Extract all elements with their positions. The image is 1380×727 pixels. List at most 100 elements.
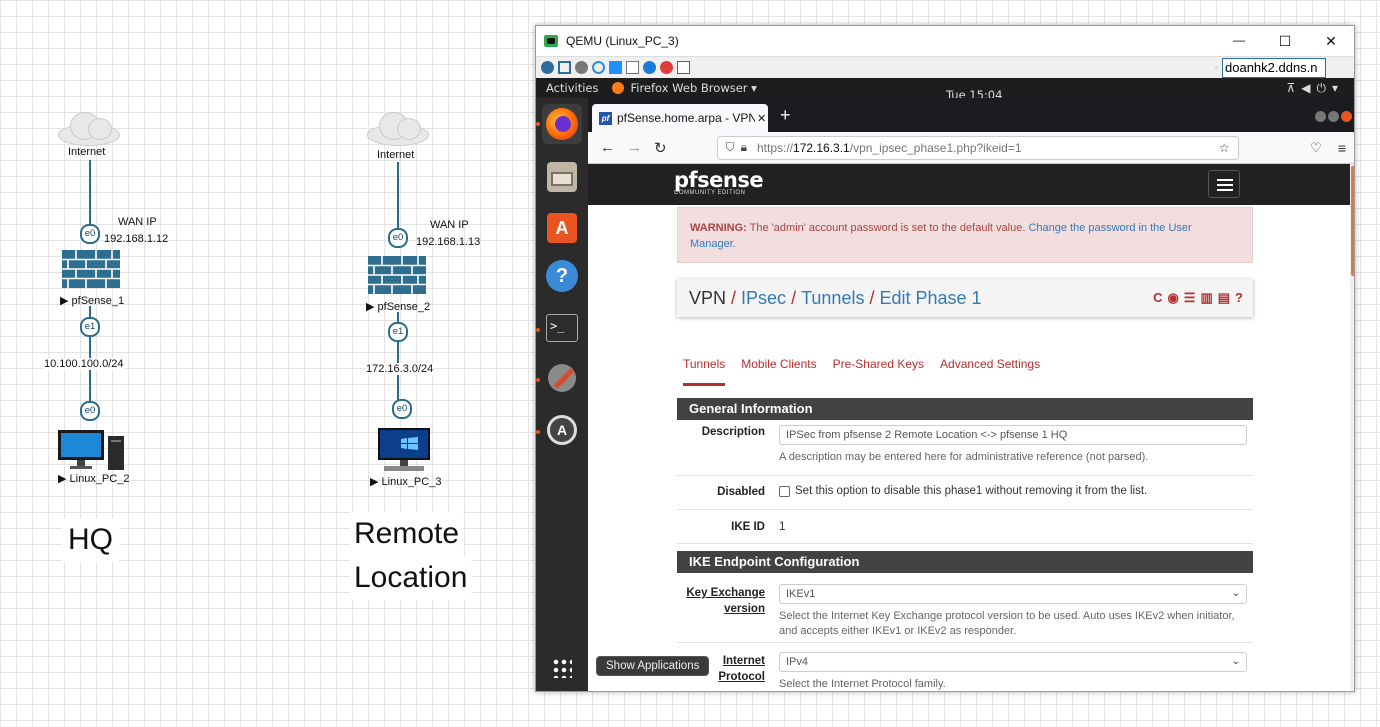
new-tab-button[interactable]: + [780,105,791,126]
qemu-window: QEMU (Linux_PC_3) — ☐ ✕ ▫ doanhk2.ddns.n… [535,25,1355,692]
pfsense-favicon-icon: pf [599,111,612,125]
tab-close-icon[interactable]: ✕ [757,112,766,125]
general-information-panel: General Information Description IPSec fr… [677,398,1253,544]
chevron-down-icon: ⌄ [1231,588,1240,599]
updater-dock-icon[interactable]: A [542,410,582,450]
firefox-dock-icon[interactable] [542,104,582,144]
maximize-button[interactable]: ☐ [1262,33,1308,50]
ubuntu-dock: A ? >_ A [536,98,588,691]
logs-icon[interactable]: ▤ [1218,290,1230,306]
info-icon[interactable] [643,61,656,74]
breadcrumb-ipsec-link[interactable]: IPsec [741,288,786,309]
settings-tools-dock-icon[interactable] [542,358,582,398]
pfsense-navbar: pfsense COMMUNITY EDITION [588,164,1350,205]
menu-icon[interactable]: ≡ [1338,140,1346,156]
reload-button[interactable]: ↻ [654,139,667,157]
cloud-label: Internet [68,146,106,158]
breadcrumb-separator: / [731,287,737,308]
close-button[interactable]: ✕ [1308,33,1354,50]
terminal-dock-icon[interactable]: >_ [542,308,582,348]
internet-protocol-select[interactable]: IPv4 ⌄ [779,652,1247,672]
internet-protocol-row: Internet Protocol IPv4 ⌄ Select the Inter… [677,643,1253,691]
qemu-app-icon [544,35,558,47]
back-button[interactable]: ← [600,139,615,156]
help-dock-icon[interactable]: ? [542,256,582,296]
wan-label: WAN IP [430,219,469,231]
system-tray[interactable]: ⊼◀⏻▾ [1286,81,1344,96]
breadcrumb-tunnels-link[interactable]: Tunnels [801,288,864,309]
activities-button[interactable]: Activities [546,81,598,95]
desktop-pc-icon[interactable] [378,428,430,474]
windows-icon[interactable] [609,61,622,74]
subnet-label: 10.100.100.0/24 [44,358,124,370]
pfsense-logo[interactable]: pfsense COMMUNITY EDITION [674,168,764,196]
site-label-remote: Remote [350,512,464,556]
restart-service-icon[interactable]: C [1153,290,1162,306]
fullscreen-icon[interactable] [558,61,571,74]
app-menu[interactable]: Firefox Web Browser ▾ [612,81,757,95]
network-icon: ⊼ [1286,80,1302,95]
tab-advanced-settings[interactable]: Advanced Settings [940,357,1040,383]
interface-e0-badge: e0 [80,224,100,244]
tab-tunnels[interactable]: Tunnels [683,357,726,386]
section-tabs: Tunnels Mobile Clients Pre-Shared Keys Adva… [683,355,1056,386]
shield-icon[interactable]: ⛉ [726,140,735,155]
qemu-title: QEMU (Linux_PC_3) [566,34,679,48]
tab-mobile-clients[interactable]: Mobile Clients [741,357,816,383]
pocket-icon[interactable]: ♡ [1310,140,1322,156]
files-dock-icon[interactable] [542,156,582,196]
help-icon[interactable]: ? [1235,290,1243,306]
host-field[interactable]: doanhk2.ddns.n [1222,57,1326,78]
minimize-icon[interactable] [1315,111,1326,122]
software-store-dock-icon[interactable]: A [542,206,582,246]
qemu-titlebar[interactable]: QEMU (Linux_PC_3) — ☐ ✕ [536,26,1354,56]
forward-button[interactable]: → [627,139,642,156]
app-menu-label: Firefox Web Browser ▾ [630,81,757,95]
cloud-icon[interactable] [367,110,429,146]
wan-ip: 192.168.1.12 [104,233,169,245]
show-applications-button[interactable] [542,648,582,688]
tab-pre-shared-keys[interactable]: Pre-Shared Keys [833,357,924,383]
snapshot-icon[interactable] [541,61,554,74]
screen-icon[interactable] [626,61,639,74]
firewall-icon[interactable] [62,250,120,288]
close-icon[interactable] [1341,111,1352,122]
pfsense-content: WARNING: The 'admin' account password is… [588,205,1344,691]
desktop-pc-icon[interactable] [58,430,128,472]
key-exchange-select[interactable]: IKEv1 ⌄ [779,584,1247,604]
cloud-icon[interactable] [58,110,120,146]
gnome-top-bar: Activities Firefox Web Browser ▾ Tue 15:… [536,78,1354,102]
status-chart-icon[interactable]: ▥ [1200,290,1212,306]
firewall-icon[interactable] [368,256,426,294]
maximize-icon[interactable] [1328,111,1339,122]
lock-icon[interactable]: 🔒︎ [741,140,747,155]
key-exchange-row: Key Exchange version IKEv1 ⌄ Select the I… [677,573,1253,643]
url-path: /vpn_ipsec_phase1.php?ikeid=1 [849,140,1022,155]
bookmark-star-icon[interactable]: ☆ [1219,141,1230,155]
chevron-down-icon: ▾ [1331,80,1344,95]
interface-e1-badge: e1 [80,317,100,337]
minimize-button[interactable]: — [1216,33,1262,50]
power-icon: ⏻ [1316,80,1332,95]
stop-service-icon[interactable]: ◉ [1167,290,1178,306]
panel-heading: IKE Endpoint Configuration [677,551,1253,573]
url-bar[interactable]: ⛉ 🔒︎ https://172.16.3.1/vpn_ipsec_phase1… [716,135,1239,160]
breadcrumb-separator: / [791,287,797,308]
browser-tab[interactable]: pf pfSense.home.arpa - VPN ✕ [592,104,768,132]
refresh-icon[interactable] [592,61,605,74]
disconnect-icon[interactable] [677,61,690,74]
key-exchange-help: Select the Internet Key Exchange protoco… [779,610,1235,637]
settings-sliders-icon[interactable]: ☰ [1184,290,1196,306]
page-scrollbar[interactable] [1350,164,1354,691]
interface-e0-badge: e0 [392,399,412,419]
description-input[interactable]: IPSec from pfsense 2 Remote Location <->… [779,425,1247,445]
warning-text: The 'admin' account password is set to t… [746,222,1029,234]
description-help: A description may be entered here for ad… [779,451,1149,463]
hamburger-menu-button[interactable] [1208,170,1240,198]
volume-icon: ◀ [1301,80,1317,95]
description-row: Description IPSec from pfsense 2 Remote … [677,420,1253,476]
stop-icon[interactable] [660,61,673,74]
settings-icon[interactable] [575,61,588,74]
warning-alert: WARNING: The 'admin' account password is… [677,207,1253,263]
disabled-checkbox[interactable] [779,486,790,497]
